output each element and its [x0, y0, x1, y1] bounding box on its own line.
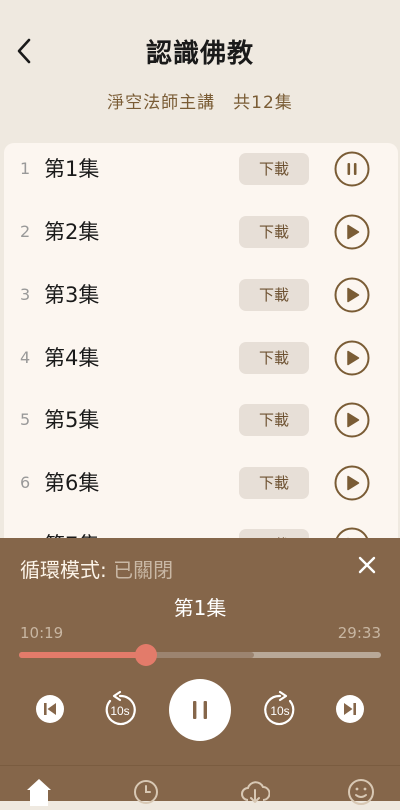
- loop-mode-label: 循環模式:: [20, 558, 114, 582]
- progress-fill: [19, 652, 146, 658]
- forward-10-button[interactable]: 10s: [260, 690, 300, 730]
- page-title: 認識佛教: [145, 39, 254, 69]
- play-pause-button[interactable]: [169, 679, 231, 741]
- episode-play-button[interactable]: [334, 277, 370, 313]
- pause-button-icon: [193, 701, 207, 719]
- play-icon: [334, 277, 370, 313]
- episode-title: 第3集: [44, 283, 100, 307]
- play-icon: [334, 465, 370, 501]
- nav-history[interactable]: [131, 776, 161, 806]
- episode-play-button[interactable]: [334, 402, 370, 438]
- header: 認識佛教 淨空法師主講 共12集: [0, 0, 400, 140]
- loop-mode-state: 已關閉: [113, 558, 174, 582]
- episode-row[interactable]: 3 第3集 下載: [4, 269, 398, 331]
- bottom-nav: [0, 765, 400, 806]
- download-button[interactable]: 下載: [239, 279, 309, 311]
- episode-title: 第2集: [44, 220, 100, 244]
- episode-play-button[interactable]: [334, 527, 370, 538]
- cloud-download-icon: [241, 781, 271, 803]
- play-icon: [334, 340, 370, 376]
- loop-mode[interactable]: 循環模式: 已關閉: [20, 554, 173, 583]
- smile-icon: [348, 779, 374, 805]
- nav-downloads[interactable]: [240, 776, 271, 806]
- nav-profile[interactable]: [346, 776, 376, 806]
- download-button[interactable]: 下載: [239, 467, 309, 499]
- download-button[interactable]: 下載: [239, 216, 309, 248]
- episode-number: 7: [20, 519, 30, 538]
- episode-number: 2: [20, 222, 31, 241]
- episode-play-button[interactable]: [334, 214, 370, 250]
- episode-title: 第5集: [44, 408, 100, 432]
- skip-next-icon: [336, 695, 364, 723]
- total-time: 29:33: [337, 624, 381, 642]
- play-icon: [335, 527, 369, 538]
- rewind-10-button[interactable]: 10s: [100, 690, 140, 730]
- track-title: 第1集: [173, 596, 227, 620]
- episode-title: 第6集: [44, 471, 100, 495]
- close-player-button[interactable]: [356, 554, 378, 576]
- episode-row[interactable]: 2 第2集 下載: [4, 206, 398, 268]
- download-button[interactable]: 下載: [239, 153, 309, 185]
- progress-bar[interactable]: [19, 644, 381, 666]
- player-panel: 循環模式: 已關閉 第1集 10:19 29:33 10s 10s: [0, 538, 400, 800]
- episode-row[interactable]: 4 第4集 下載: [4, 332, 398, 394]
- rewind-10-label: 10s: [110, 704, 129, 718]
- episode-row[interactable]: 1 第1集 下載: [4, 143, 398, 205]
- skip-next-button[interactable]: [334, 693, 366, 725]
- download-button[interactable]: 下載: [239, 529, 309, 538]
- skip-previous-button[interactable]: [34, 693, 66, 725]
- history-icon: [134, 780, 158, 804]
- episode-list: 1第1集下載2第2集下載3第3集下載4第4集下載5第5集下載6第6集下載7第7集…: [4, 143, 398, 538]
- progress-knob[interactable]: [134, 644, 157, 666]
- episode-title: 第1集: [44, 157, 100, 181]
- rewind-10-icon: 10s: [105, 690, 136, 726]
- episode-row[interactable]: 7 第7集下載: [4, 519, 398, 538]
- episode-number: 1: [20, 159, 31, 178]
- play-icon: [334, 402, 370, 438]
- skip-previous-icon: [36, 695, 64, 723]
- episode-play-button[interactable]: [334, 465, 370, 501]
- home-icon: [27, 779, 51, 806]
- current-time: 10:19: [20, 624, 64, 642]
- episode-row[interactable]: 5 第5集 下載: [4, 394, 398, 456]
- episode-pause-button[interactable]: [334, 151, 370, 187]
- episode-number: 3: [20, 285, 31, 304]
- close-icon: [358, 556, 376, 574]
- episode-number: 6: [20, 473, 31, 492]
- download-button[interactable]: 下載: [239, 404, 309, 436]
- nav-home[interactable]: [24, 776, 54, 806]
- play-icon: [334, 214, 370, 250]
- episode-number: 5: [20, 410, 31, 429]
- episode-row[interactable]: 6 第6集 下載: [4, 457, 398, 519]
- page-subtitle: 淨空法師主講 共12集: [107, 93, 293, 113]
- forward-10-label: 10s: [270, 704, 289, 718]
- episode-title: 第4集: [44, 346, 100, 370]
- forward-10-icon: 10s: [264, 690, 295, 726]
- download-button[interactable]: 下載: [239, 342, 309, 374]
- pause-icon: [334, 151, 370, 187]
- episode-number: 4: [20, 348, 31, 367]
- episode-play-button[interactable]: [334, 340, 370, 376]
- episode-title: 第7集: [44, 519, 99, 538]
